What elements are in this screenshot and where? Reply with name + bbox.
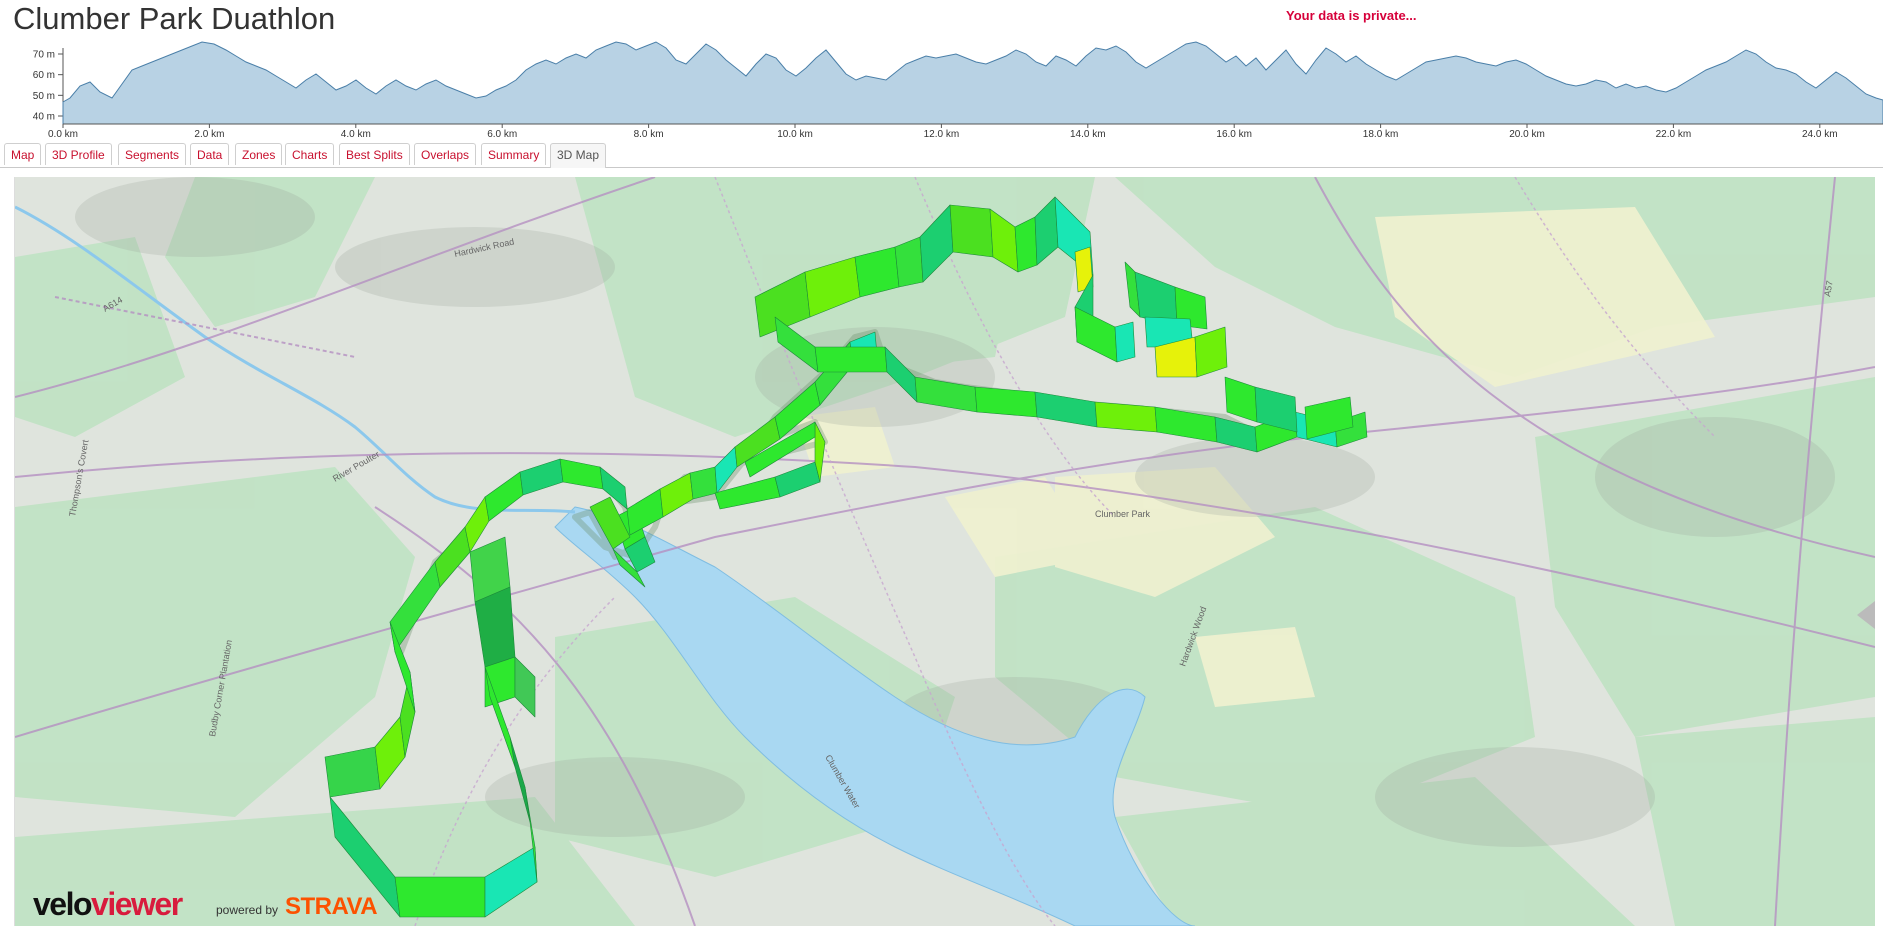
tab-segments[interactable]: Segments	[118, 143, 187, 165]
elevation-x-tick-label: 2.0 km	[194, 129, 224, 140]
tab-summary[interactable]: Summary	[481, 143, 547, 165]
3d-map-canvas[interactable]: River Poulter Clumber Water Clumber Park…	[15, 177, 1875, 926]
elevation-x-tick-label: 4.0 km	[341, 129, 371, 140]
elevation-x-tick-label: 22.0 km	[1656, 129, 1692, 140]
elevation-x-tick-label: 14.0 km	[1070, 129, 1106, 140]
panel-expand-arrow-icon[interactable]	[1857, 601, 1875, 629]
elevation-y-axis: 70 m 60 m 50 m 40 m	[33, 50, 63, 123]
logo-velo: velo	[33, 886, 93, 922]
elevation-x-axis: 0.0 km 2.0 km 4.0 km 6.0 km 8.0 km 10.0 km 12.…	[48, 124, 1838, 140]
strava-logo[interactable]: STRAVA	[285, 893, 378, 921]
elevation-x-tick-label: 16.0 km	[1216, 129, 1252, 140]
elevation-y-tick-label: 40 m	[33, 112, 55, 123]
view-tabs: Map 3D Profile Segments Data Zones Chart…	[0, 143, 1883, 168]
map-label-clumber-park: Clumber Park	[1095, 509, 1151, 519]
elevation-x-tick-label: 18.0 km	[1363, 129, 1399, 140]
tab-map[interactable]: Map	[4, 143, 42, 165]
tab-overlaps[interactable]: Overlaps	[414, 143, 477, 165]
elevation-profile-chart[interactable]: 70 m 60 m 50 m 40 m 0.0 km 2.0 km 4.0 km 6.0 k…	[0, 40, 1883, 140]
page-title: Clumber Park Duathlon	[13, 1, 336, 36]
tab-3d-map[interactable]: 3D Map	[550, 143, 607, 168]
elevation-y-tick-label: 50 m	[33, 91, 55, 102]
logo-viewer: viewer	[91, 886, 183, 922]
elevation-x-tick-label: 20.0 km	[1509, 129, 1545, 140]
elevation-x-tick-label: 6.0 km	[487, 129, 517, 140]
elevation-x-tick-label: 10.0 km	[777, 129, 813, 140]
tab-3d-profile[interactable]: 3D Profile	[45, 143, 112, 165]
3d-map-viewport[interactable]: River Poulter Clumber Water Clumber Park…	[14, 177, 1875, 926]
tab-best-splits[interactable]: Best Splits	[339, 143, 410, 165]
elevation-x-tick-label: 8.0 km	[634, 129, 664, 140]
tab-charts[interactable]: Charts	[285, 143, 335, 165]
powered-by-label: powered by	[216, 903, 279, 917]
elevation-x-tick-label: 12.0 km	[924, 129, 960, 140]
privacy-notice-link[interactable]: Your data is private...	[1286, 8, 1417, 23]
elevation-y-tick-label: 60 m	[33, 70, 55, 81]
tab-zones[interactable]: Zones	[235, 143, 283, 165]
veloviewer-logo[interactable]: veloviewer	[33, 886, 183, 922]
elevation-x-tick-label: 0.0 km	[48, 129, 78, 140]
elevation-y-tick-label: 70 m	[33, 50, 55, 61]
elevation-x-tick-label: 24.0 km	[1802, 129, 1838, 140]
tab-data[interactable]: Data	[190, 143, 230, 165]
elevation-area	[62, 41, 1883, 125]
